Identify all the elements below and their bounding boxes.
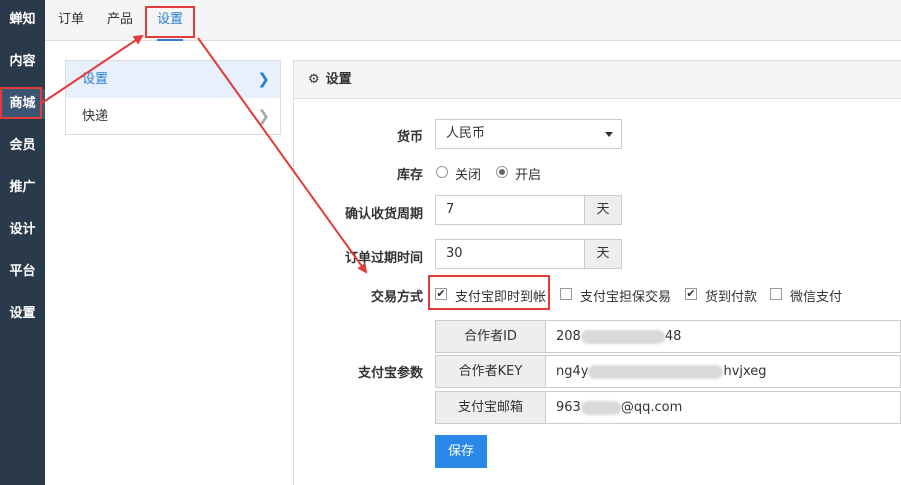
arrow-settings-to-payment xyxy=(197,37,368,274)
arrow-shop-to-settings xyxy=(41,34,144,104)
annotation-arrows xyxy=(41,34,368,274)
